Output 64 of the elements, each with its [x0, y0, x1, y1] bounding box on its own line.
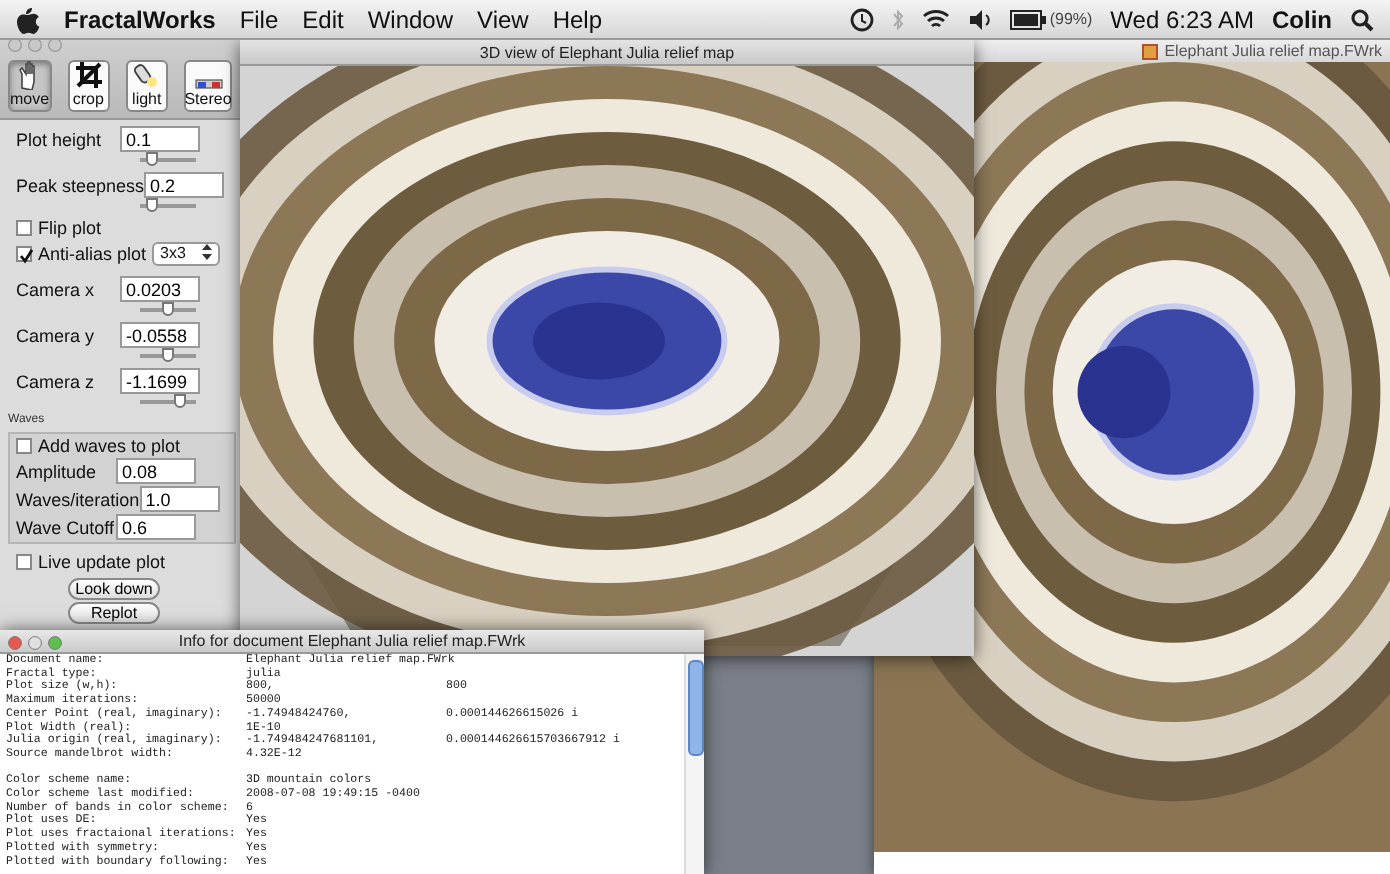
menu-clock[interactable]: Wed 6:23 AM [1110, 5, 1254, 33]
checkbox-label[interactable]: Anti-alias plot [38, 244, 147, 264]
number-field[interactable]: 0.0203 [120, 276, 200, 302]
zoom-button[interactable] [48, 636, 62, 650]
flashlight-icon [131, 60, 162, 90]
field-label: Camera z [16, 371, 95, 391]
tool-button[interactable]: move [8, 60, 52, 112]
wifi-icon [921, 8, 950, 30]
window-title: Info for document Elephant Julia relief map.FWrk [178, 632, 526, 650]
window-title: Elephant Julia relief map.FWrk [1164, 42, 1382, 60]
menu-item[interactable]: View [477, 5, 529, 33]
field-label: Peak steepness [16, 175, 145, 195]
checkbox[interactable] [16, 220, 32, 236]
field-label: Amplitude [16, 461, 97, 481]
stepper-arrows-icon [201, 244, 212, 260]
number-field[interactable]: 0.08 [116, 458, 196, 484]
clock-icon [849, 7, 874, 31]
slider-thumb[interactable] [145, 198, 158, 212]
document-icon [1142, 43, 1159, 59]
field-label: Plot height [16, 129, 102, 149]
menu-item[interactable]: Window [367, 5, 454, 33]
number-field[interactable]: 1.0 [139, 486, 220, 512]
crop-icon [73, 60, 104, 90]
slider-thumb[interactable] [145, 152, 158, 166]
checkbox[interactable] [16, 554, 32, 570]
number-field[interactable]: -1.1699 [120, 368, 200, 394]
close-button[interactable] [8, 636, 22, 650]
scrollbar-thumb[interactable] [688, 660, 704, 756]
field-label: Wave Cutoff [16, 517, 115, 537]
battery-percentage: (99%) [1049, 10, 1093, 28]
push-button[interactable]: Look down [68, 578, 160, 600]
glasses-icon [193, 78, 223, 90]
field-label: Waves/iteration [16, 489, 140, 509]
slider-thumb[interactable] [173, 394, 186, 408]
battery-icon [1009, 9, 1046, 29]
minimize-button[interactable] [28, 636, 42, 650]
number-field[interactable]: -0.0558 [120, 322, 200, 348]
checkbox[interactable] [16, 438, 32, 454]
user-menu[interactable]: Colin [1272, 5, 1332, 33]
field-label: Camera y [16, 325, 95, 345]
slider-thumb[interactable] [162, 348, 174, 362]
slider-thumb[interactable] [162, 302, 174, 316]
field-label: Camera x [16, 279, 95, 299]
speaker-icon [967, 9, 992, 29]
menu-item[interactable]: File [239, 5, 279, 33]
tool-button[interactable]: Stereo [184, 60, 232, 112]
checkbox-label[interactable]: Add waves to plot [38, 436, 181, 456]
push-button[interactable]: Replot [68, 602, 160, 624]
menu-item[interactable]: Edit [302, 5, 344, 33]
number-field[interactable]: 0.1 [120, 126, 200, 152]
apple-logo-icon [16, 5, 40, 33]
bluetooth-icon [891, 7, 904, 31]
number-field[interactable]: 0.6 [116, 514, 196, 540]
search-icon [1350, 7, 1374, 31]
menu-item[interactable]: Help [552, 5, 603, 33]
checkbox-label[interactable]: Flip plot [38, 218, 102, 238]
window-title: 3D view of Elephant Julia relief map [479, 43, 735, 61]
checkbox-label[interactable]: Live update plot [38, 552, 166, 572]
tool-button[interactable]: light [125, 60, 168, 112]
app-menu[interactable]: FractalWorks [64, 5, 216, 33]
popup-menu[interactable]: 3x3 [152, 242, 220, 266]
number-field[interactable]: 0.2 [144, 172, 225, 198]
tool-button[interactable]: crop [67, 60, 110, 112]
checkbox[interactable] [16, 246, 32, 262]
